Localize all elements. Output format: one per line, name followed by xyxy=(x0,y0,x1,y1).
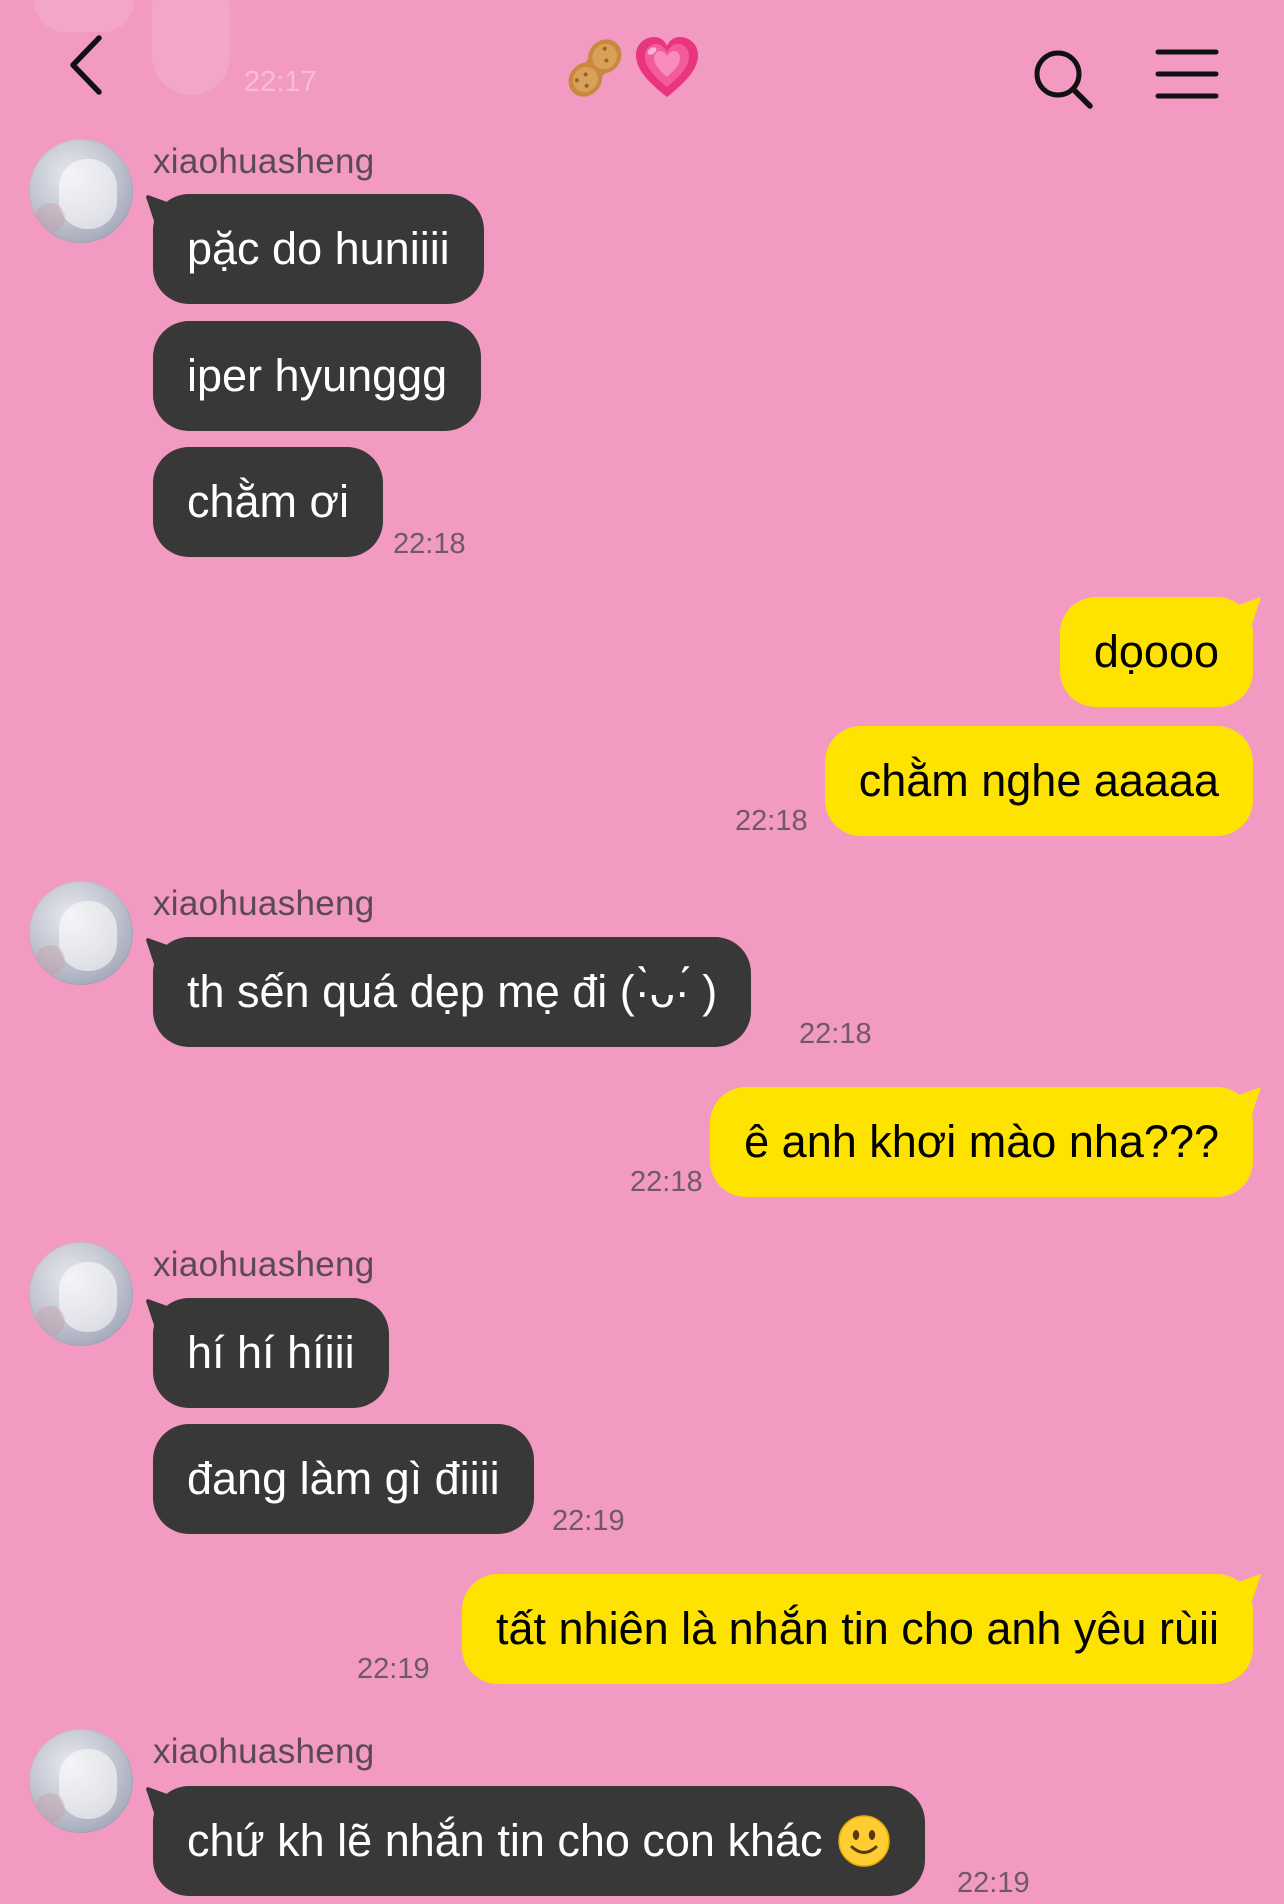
search-icon xyxy=(1034,50,1093,109)
message-time: 22:19 xyxy=(357,1653,430,1685)
avatar[interactable] xyxy=(29,139,133,243)
incoming-message-bubble[interactable]: pặc do huniiii xyxy=(153,194,484,304)
outgoing-message-bubble[interactable]: dọooo xyxy=(1059,597,1253,707)
message-time: 22:18 xyxy=(630,1166,703,1198)
incoming-message-bubble[interactable]: iper hyunggg xyxy=(153,321,482,431)
avatar[interactable] xyxy=(29,1242,133,1346)
search-button[interactable] xyxy=(1030,46,1096,112)
avatar[interactable] xyxy=(29,1729,133,1833)
message-text: ê anh khơi mào nha??? xyxy=(744,1116,1219,1167)
sender-name: xiaohuasheng xyxy=(153,142,375,181)
incoming-message-bubble[interactable]: chứ kh lẽ nhắn tin cho con khác xyxy=(153,1786,925,1896)
message-time: 22:18 xyxy=(393,528,466,560)
message-text: th sến quá dẹp mẹ đi (·̀ᴗ·́ ) xyxy=(187,966,718,1017)
sender-name: xiaohuasheng xyxy=(153,1732,375,1771)
message-text: chằm nghe aaaaa xyxy=(858,755,1219,806)
message-time: 22:18 xyxy=(799,1018,872,1050)
message-text: hí hí híiii xyxy=(187,1327,355,1378)
peanut-icon xyxy=(568,39,622,97)
outgoing-message-bubble[interactable]: ê anh khơi mào nha??? xyxy=(710,1087,1253,1197)
previous-message-bubble-faded xyxy=(152,0,230,95)
back-button[interactable] xyxy=(55,30,125,100)
incoming-message-bubble[interactable]: đang làm gì điiii xyxy=(153,1424,534,1534)
message-text: pặc do huniiii xyxy=(187,223,450,274)
message-text: iper hyunggg xyxy=(187,350,448,401)
previous-message-time: 22:17 xyxy=(244,66,317,98)
message-text: tất nhiên là nhắn tin cho anh yêu rùii xyxy=(495,1603,1219,1654)
message-text: dọooo xyxy=(1093,626,1219,677)
growing-heart-icon xyxy=(636,37,698,97)
incoming-message-bubble[interactable]: th sến quá dẹp mẹ đi (·̀ᴗ·́ ) xyxy=(153,937,752,1047)
chevron-left-icon xyxy=(70,35,102,95)
avatar[interactable] xyxy=(29,881,133,985)
outgoing-message-bubble[interactable]: tất nhiên là nhắn tin cho anh yêu rùii xyxy=(461,1574,1253,1684)
sender-name: xiaohuasheng xyxy=(153,884,375,923)
previous-message-bubble-faded xyxy=(34,0,134,32)
chat-title[interactable] xyxy=(562,28,700,108)
incoming-message-bubble[interactable]: hí hí híiii xyxy=(153,1298,389,1408)
message-text: chằm ơi xyxy=(187,476,350,527)
message-text: đang làm gì điiii xyxy=(187,1453,500,1504)
message-time: 22:19 xyxy=(957,1867,1030,1899)
incoming-message-bubble[interactable]: chằm ơi xyxy=(153,447,384,557)
slightly-smiling-face-icon xyxy=(837,1815,890,1867)
hamburger-menu-icon xyxy=(1155,49,1219,99)
outgoing-message-bubble[interactable]: chằm nghe aaaaa xyxy=(824,726,1253,836)
message-text: chứ kh lẽ nhắn tin cho con khác xyxy=(187,1815,823,1866)
menu-button[interactable] xyxy=(1154,46,1220,102)
message-time: 22:18 xyxy=(735,805,808,837)
chat-header: 22:17 xyxy=(0,0,1284,130)
message-time: 22:19 xyxy=(552,1505,625,1537)
sender-name: xiaohuasheng xyxy=(153,1245,375,1284)
